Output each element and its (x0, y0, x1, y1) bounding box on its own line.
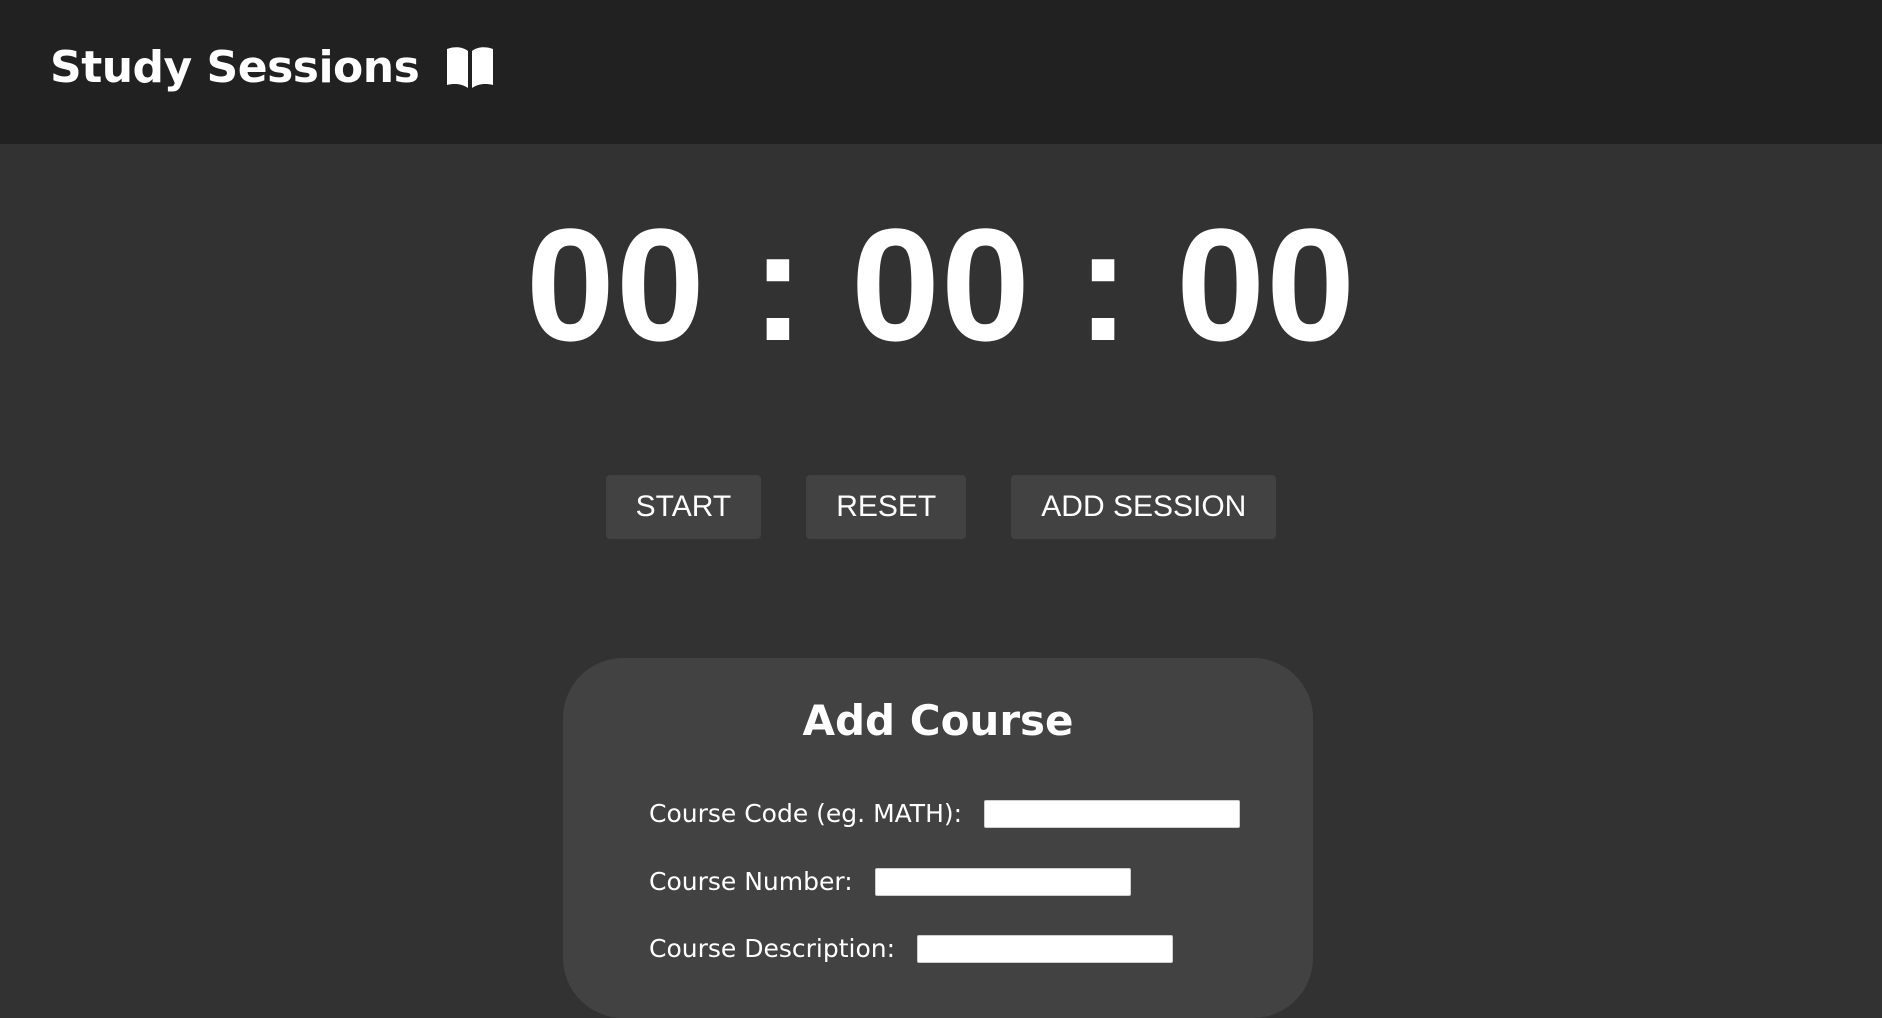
add-course-title: Add Course (802, 696, 1074, 745)
course-number-row: Course Number: (649, 867, 1131, 897)
reset-button[interactable]: RESET (806, 475, 967, 539)
timer-display: 00 : 00 : 00 (525, 195, 1357, 374)
course-number-label: Course Number: (649, 867, 853, 896)
course-code-label: Course Code (eg. MATH): (649, 799, 963, 828)
start-button[interactable]: START (605, 475, 762, 539)
app-title: Study Sessions (50, 42, 420, 93)
course-code-row: Course Code (eg. MATH): (649, 799, 1241, 829)
app-header: Study Sessions (0, 0, 1882, 144)
course-description-label: Course Description: (649, 934, 896, 963)
course-code-input[interactable] (984, 800, 1241, 828)
book-open-icon (447, 47, 494, 88)
course-description-row: Course Description: (649, 934, 1174, 964)
course-number-input[interactable] (874, 868, 1131, 896)
add-session-button[interactable]: ADD SESSION (1011, 475, 1277, 539)
brand: Study Sessions (50, 38, 495, 98)
timer-controls: START RESET ADD SESSION (0, 475, 1882, 539)
course-description-input[interactable] (917, 935, 1174, 963)
add-course-card: Add Course Course Code (eg. MATH): Cours… (563, 658, 1313, 1018)
